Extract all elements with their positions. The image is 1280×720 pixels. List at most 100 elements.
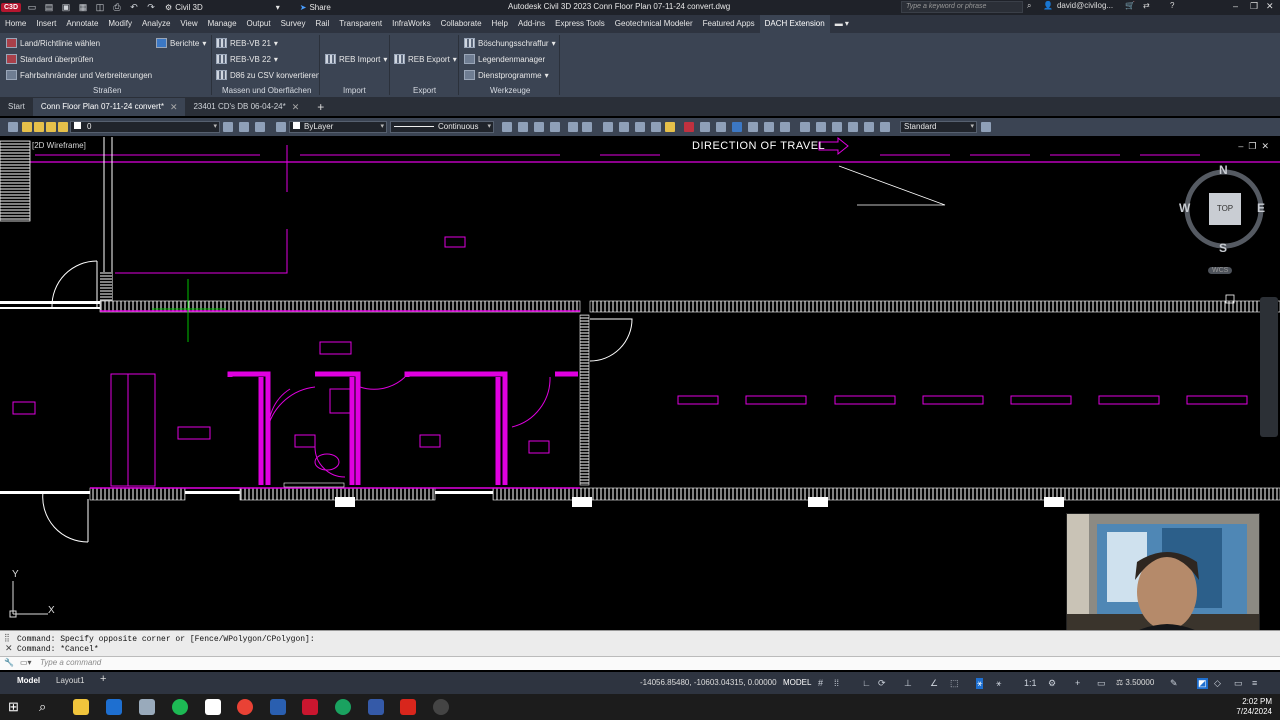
auto-scale-icon[interactable]: ⚹ <box>996 678 1001 689</box>
clean-screen-icon[interactable]: ◇ <box>1214 678 1221 689</box>
tab-view[interactable]: View <box>175 15 202 33</box>
windows-start-icon[interactable]: ⊞ <box>8 699 24 715</box>
chrome-icon[interactable] <box>237 699 253 715</box>
properties-icon[interactable] <box>534 122 544 132</box>
chrome-profile-icon[interactable] <box>335 699 351 715</box>
dim-linear-icon[interactable] <box>603 122 613 132</box>
zoom-icon[interactable] <box>665 122 675 132</box>
isolate-icon[interactable]: ✎ <box>1170 678 1178 689</box>
layer-off-icon[interactable] <box>582 122 592 132</box>
tab-annotate[interactable]: Annotate <box>61 15 103 33</box>
tab-survey[interactable]: Survey <box>276 15 311 33</box>
plot-icon[interactable] <box>58 122 68 132</box>
command-input[interactable]: 🔧 ▭▾ Type a command <box>0 656 1280 670</box>
redo-icon[interactable]: ↷ <box>145 2 157 13</box>
point-icon[interactable] <box>800 122 810 132</box>
dim-arc-icon[interactable] <box>635 122 645 132</box>
help-icon[interactable]: ? <box>1170 1 1174 10</box>
tab-start[interactable]: Start <box>0 98 33 116</box>
match-layer-icon[interactable] <box>239 122 249 132</box>
linetype-dropdown[interactable]: Continuous ▾ <box>390 121 494 133</box>
exchange-icon[interactable]: ⇄ <box>1143 1 1150 10</box>
reb-vb22-button[interactable]: REB-VB 22 ▾ <box>216 54 278 64</box>
new-tab-icon[interactable]: + <box>317 100 324 114</box>
reb-import-button[interactable]: REB Import ▾ <box>325 54 387 64</box>
wrench-icon[interactable]: 🔧 <box>4 658 14 667</box>
tab-model[interactable]: Model <box>17 676 40 685</box>
tab-output[interactable]: Output <box>242 15 276 33</box>
lock-icon[interactable] <box>46 122 56 132</box>
tab-add-ins[interactable]: Add-ins <box>513 15 550 33</box>
tab-help[interactable]: Help <box>487 15 513 33</box>
fullscreen-icon[interactable]: ▭ <box>1234 678 1243 689</box>
select-icon[interactable]: ⬚ <box>950 678 959 689</box>
previous-layer-icon[interactable] <box>255 122 265 132</box>
tab-express-tools[interactable]: Express Tools <box>550 15 610 33</box>
ribbon-toggle-icon[interactable]: ▬ ▾ <box>830 15 854 33</box>
outlook-icon[interactable] <box>106 699 122 715</box>
coordinate-readout[interactable]: -14056.85480, -10603.04315, 0.00000 <box>640 678 777 687</box>
globe-icon[interactable] <box>732 122 742 132</box>
notepad-icon[interactable] <box>205 699 221 715</box>
style-manager-icon[interactable] <box>981 122 991 132</box>
tab-geotechnical-modeler[interactable]: Geotechnical Modeler <box>610 15 698 33</box>
table-icon[interactable] <box>748 122 758 132</box>
acrobat-icon[interactable] <box>400 699 416 715</box>
close-icon[interactable]: ✕ <box>292 98 300 116</box>
taskbar-clock[interactable]: 2:02 PM 7/24/2024 <box>1236 697 1272 717</box>
make-current-icon[interactable] <box>223 122 233 132</box>
text-style-icon[interactable] <box>518 122 528 132</box>
share-button[interactable]: ➤ Share <box>300 3 331 12</box>
trim-icon[interactable] <box>864 122 874 132</box>
wcs-menu[interactable]: WCS <box>1208 267 1233 274</box>
tab-collaborate[interactable]: Collaborate <box>436 15 487 33</box>
dienstprogramme-button[interactable]: Dienstprogramme ▾ <box>464 70 549 80</box>
tab-analyze[interactable]: Analyze <box>137 15 175 33</box>
tab-insert[interactable]: Insert <box>31 15 61 33</box>
app-icon[interactable] <box>139 699 155 715</box>
undo-icon[interactable]: ↶ <box>128 2 140 13</box>
land-richtlinie-button[interactable]: Land/Richtlinie wählen <box>6 38 100 48</box>
navigation-bar[interactable] <box>1260 297 1278 437</box>
berichte-button[interactable]: Berichte ▾ <box>156 38 206 48</box>
arc-icon[interactable] <box>832 122 842 132</box>
spotify-icon[interactable] <box>172 699 188 715</box>
grip-icon[interactable]: ⣿ <box>4 633 10 642</box>
fahrbahnraender-button[interactable]: Fahrbahnränder und Verbreiterungen <box>6 70 152 80</box>
list-icon[interactable] <box>550 122 560 132</box>
civil3d-taskbar-icon[interactable] <box>302 699 318 715</box>
workspace-select[interactable]: ⚙ Civil 3D ▾ <box>165 3 280 12</box>
tab-home[interactable]: Home <box>0 15 31 33</box>
calculator-icon[interactable] <box>780 122 790 132</box>
color-dropdown[interactable]: ByLayer ▾ <box>289 121 387 133</box>
dim-angle-icon[interactable] <box>651 122 661 132</box>
search-input[interactable]: Type a keyword or phrase <box>901 1 1023 13</box>
tab-featured-apps[interactable]: Featured Apps <box>698 15 760 33</box>
layer-iso-icon[interactable] <box>568 122 578 132</box>
print-icon[interactable]: ⎙ <box>111 2 123 13</box>
compass-s[interactable]: S <box>1219 241 1227 255</box>
viewcube-top-face[interactable]: TOP <box>1209 193 1241 225</box>
annotation-scale[interactable]: 1:1 <box>1024 678 1037 688</box>
close-icon[interactable]: ✕ <box>170 98 178 116</box>
cart-icon[interactable]: 🛒 <box>1125 1 1135 10</box>
osnap-icon[interactable]: ∠ <box>930 678 938 689</box>
workspace-gear-icon[interactable]: ⚙ <box>1048 678 1056 689</box>
boeschungsschraffur-button[interactable]: Böschungsschraffur ▾ <box>464 38 556 48</box>
add-layout-icon[interactable]: + <box>100 673 106 685</box>
extend-icon[interactable] <box>880 122 890 132</box>
tab-modify[interactable]: Modify <box>103 15 137 33</box>
snap-icon[interactable]: ⁞⁞ <box>834 678 839 688</box>
tab-transparent[interactable]: Transparent <box>334 15 387 33</box>
compass-e[interactable]: E <box>1257 201 1265 215</box>
style-dropdown[interactable]: Standard ▾ <box>900 121 977 133</box>
reb-vb21-button[interactable]: REB-VB 21 ▾ <box>216 38 278 48</box>
tab-23401-cds[interactable]: 23401 CD's DB 06-04-24* ✕ <box>185 98 307 116</box>
search-icon[interactable]: ⌕ <box>39 699 55 715</box>
app-logo[interactable]: C3D <box>1 3 22 12</box>
spline-icon[interactable] <box>848 122 858 132</box>
new-icon[interactable]: ▭ <box>26 2 38 13</box>
annotation-monitor-icon[interactable]: + <box>1075 678 1080 688</box>
polyline-icon[interactable] <box>816 122 826 132</box>
isodraft-icon[interactable]: ⊥ <box>904 678 912 689</box>
